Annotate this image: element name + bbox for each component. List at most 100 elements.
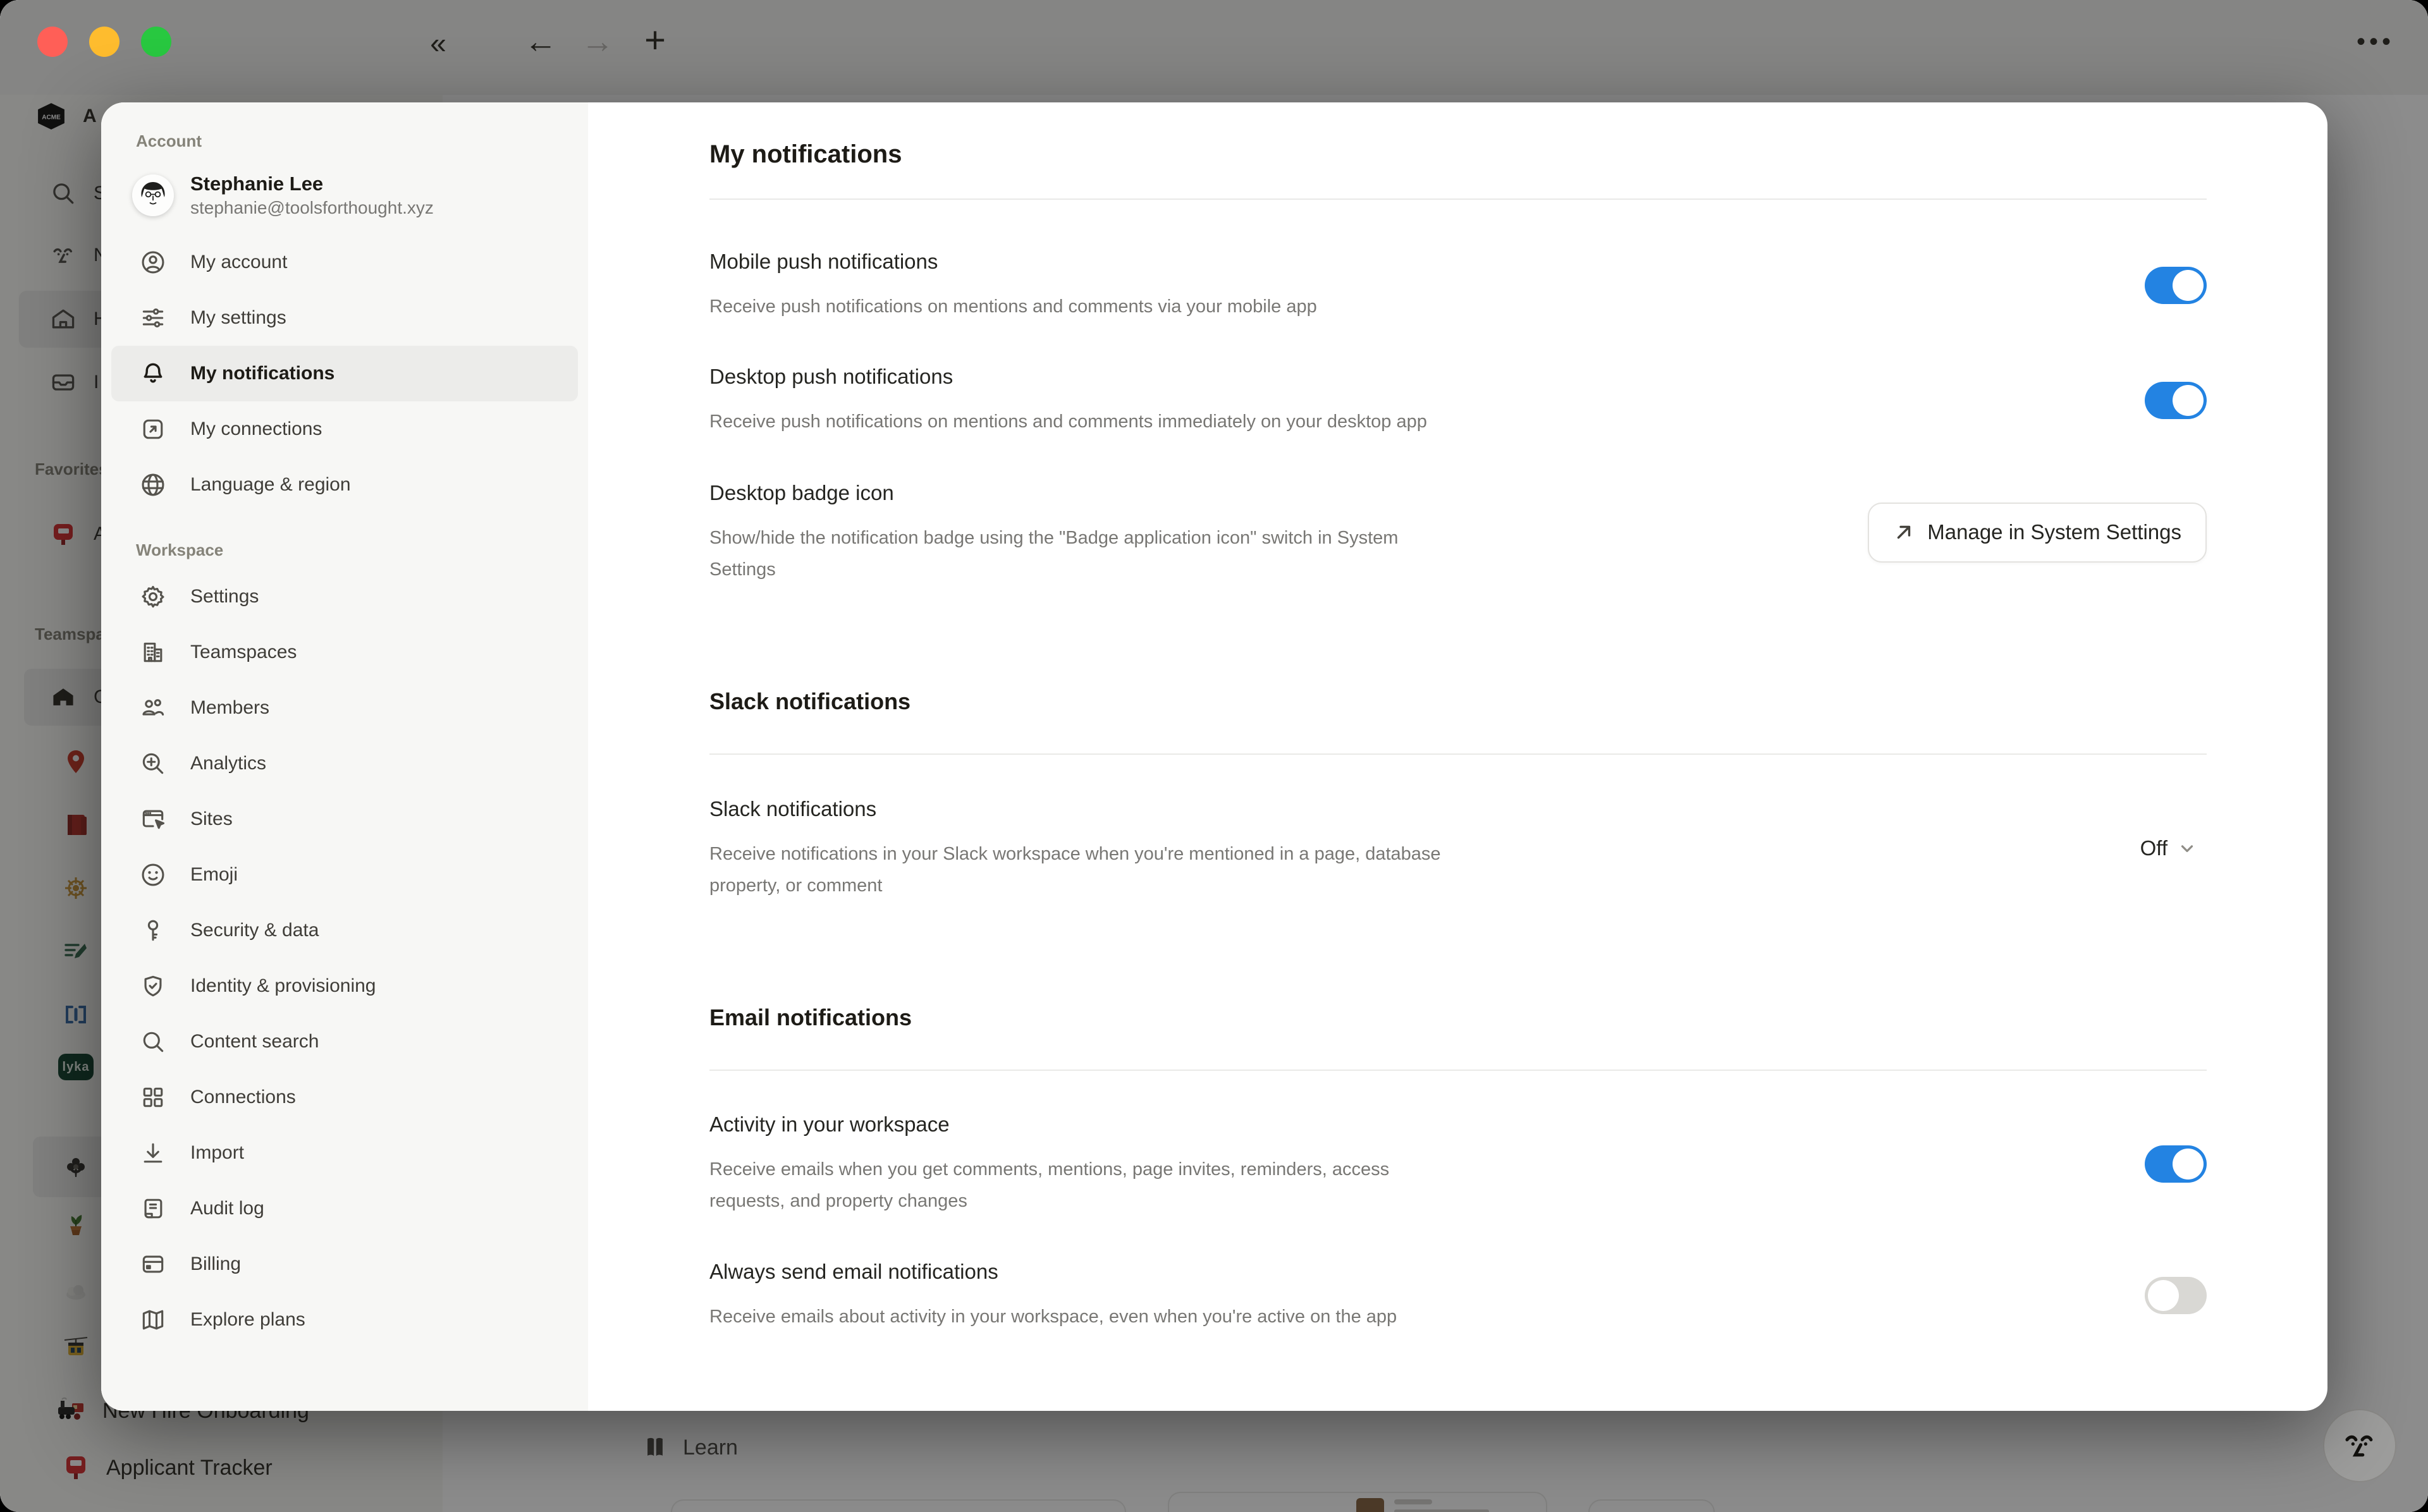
setting-row-slack: Slack notifications Receive notification…: [709, 795, 2207, 901]
sites-icon: [139, 805, 167, 833]
email-section-heading: Email notifications: [709, 1003, 2207, 1033]
setting-row-desktop-push: Desktop push notifications Receive push …: [709, 363, 2207, 437]
sidebar-item-label: Settings: [190, 586, 259, 607]
setting-title: Desktop push notifications: [709, 363, 1427, 391]
search-icon: [139, 1028, 167, 1056]
members-icon: [139, 694, 167, 722]
setting-title: Activity in your workspace: [709, 1111, 1459, 1138]
billing-icon: [139, 1250, 167, 1278]
divider: [709, 1070, 2207, 1071]
analytics-icon: [139, 750, 167, 777]
sidebar-item-content-search[interactable]: Content search: [111, 1014, 578, 1070]
sidebar-item-label: Analytics: [190, 753, 266, 774]
sidebar-item-audit-log[interactable]: Audit log: [111, 1181, 578, 1236]
sidebar-item-label: My account: [190, 252, 287, 273]
setting-description: Show/hide the notification badge using t…: [709, 522, 1459, 585]
setting-description: Receive emails when you get comments, me…: [709, 1154, 1459, 1217]
sidebar-item-emoji[interactable]: Emoji: [111, 847, 578, 903]
minimize-button[interactable]: [89, 27, 120, 57]
sidebar-item-label: Teamspaces: [190, 642, 297, 663]
sidebar-item-import[interactable]: Import: [111, 1125, 578, 1181]
user-name: Stephanie Lee: [190, 171, 434, 197]
app-window: « ← → + ••• ACME A S N H I: [0, 0, 2428, 1512]
zoom-button[interactable]: [141, 27, 171, 57]
sidebar-item-teamspaces[interactable]: Teamspaces: [111, 625, 578, 680]
slack-section-heading: Slack notifications: [709, 686, 2207, 717]
select-value: Off: [2140, 836, 2167, 860]
close-button[interactable]: [37, 27, 68, 57]
settings-sidebar: Account Stephanie Lee stephanie@toolsfor…: [101, 102, 588, 1411]
setting-row-activity: Activity in your workspace Receive email…: [709, 1111, 2207, 1217]
account-user-row[interactable]: Stephanie Lee stephanie@toolsforthought.…: [111, 160, 578, 231]
setting-title: Mobile push notifications: [709, 248, 1317, 276]
sidebar-item-connections[interactable]: Connections: [111, 1070, 578, 1125]
chevron-down-icon: [2178, 839, 2197, 858]
sidebar-item-label: Billing: [190, 1253, 241, 1275]
toggle-knob: [2173, 270, 2204, 301]
workspace-section-label: Workspace: [136, 540, 578, 560]
sidebar-item-settings[interactable]: Settings: [111, 569, 578, 625]
sidebar-item-label: My connections: [190, 418, 322, 440]
arrow-up-right-box-icon: [139, 415, 167, 443]
setting-title: Slack notifications: [709, 795, 1459, 823]
grid-icon: [139, 1083, 167, 1111]
bell-icon: [139, 360, 167, 387]
setting-description: Receive emails about activity in your wo…: [709, 1301, 1397, 1332]
setting-description: Receive push notifications on mentions a…: [709, 291, 1317, 322]
sidebar-item-sites[interactable]: Sites: [111, 791, 578, 847]
person-circle-icon: [139, 248, 167, 276]
sidebar-item-label: Security & data: [190, 920, 319, 941]
traffic-lights: [37, 27, 171, 57]
toggle-knob: [2173, 385, 2204, 416]
toggle-knob: [2173, 1149, 2204, 1180]
sidebar-item-billing[interactable]: Billing: [111, 1236, 578, 1292]
setting-description: Receive push notifications on mentions a…: [709, 406, 1427, 437]
settings-modal: Account Stephanie Lee stephanie@toolsfor…: [101, 102, 2327, 1411]
setting-row-mobile-push: Mobile push notifications Receive push n…: [709, 248, 2207, 322]
sidebar-item-my-settings[interactable]: My settings: [111, 290, 578, 346]
shield-check-icon: [139, 972, 167, 1000]
globe-icon: [139, 471, 167, 499]
sidebar-item-my-account[interactable]: My account: [111, 235, 578, 290]
audit-log-icon: [139, 1195, 167, 1222]
account-section-label: Account: [136, 131, 588, 151]
sliders-icon: [139, 304, 167, 332]
mobile-push-toggle[interactable]: [2145, 267, 2207, 304]
slack-notifications-select[interactable]: Off: [2140, 836, 2197, 860]
emoji-icon: [139, 861, 167, 889]
import-icon: [139, 1139, 167, 1167]
sidebar-item-members[interactable]: Members: [111, 680, 578, 736]
sidebar-item-explore-plans[interactable]: Explore plans: [111, 1292, 578, 1348]
user-email: stephanie@toolsforthought.xyz: [190, 197, 434, 219]
page-title: My notifications: [709, 138, 2207, 171]
divider: [709, 753, 2207, 755]
activity-email-toggle[interactable]: [2145, 1145, 2207, 1183]
manage-system-settings-button[interactable]: Manage in System Settings: [1868, 503, 2207, 563]
sidebar-item-security-data[interactable]: Security & data: [111, 903, 578, 958]
setting-row-desktop-badge: Desktop badge icon Show/hide the notific…: [709, 479, 2207, 585]
sidebar-item-label: Explore plans: [190, 1309, 305, 1331]
setting-description: Receive notifications in your Slack work…: [709, 838, 1459, 901]
toggle-knob: [2148, 1280, 2179, 1311]
desktop-push-toggle[interactable]: [2145, 382, 2207, 419]
setting-title: Always send email notifications: [709, 1258, 1397, 1286]
divider: [709, 198, 2207, 200]
gear-icon: [139, 583, 167, 611]
arrow-up-right-icon: [1893, 521, 1915, 543]
sidebar-item-my-notifications[interactable]: My notifications: [111, 346, 578, 401]
settings-content: My notifications Mobile push notificatio…: [588, 102, 2327, 1411]
sidebar-item-label: Emoji: [190, 864, 238, 886]
sidebar-item-analytics[interactable]: Analytics: [111, 736, 578, 791]
sidebar-item-identity-provisioning[interactable]: Identity & provisioning: [111, 958, 578, 1014]
sidebar-item-label: Members: [190, 697, 269, 719]
setting-title: Desktop badge icon: [709, 479, 1459, 507]
building-icon: [139, 638, 167, 666]
avatar: [132, 174, 174, 216]
sidebar-item-label: My settings: [190, 307, 286, 329]
sidebar-item-label: Identity & provisioning: [190, 975, 376, 997]
sidebar-item-my-connections[interactable]: My connections: [111, 401, 578, 457]
always-send-email-toggle[interactable]: [2145, 1277, 2207, 1314]
button-label: Manage in System Settings: [1927, 520, 2181, 544]
sidebar-item-language-region[interactable]: Language & region: [111, 457, 578, 513]
notion-ai-button[interactable]: [2323, 1409, 2396, 1482]
